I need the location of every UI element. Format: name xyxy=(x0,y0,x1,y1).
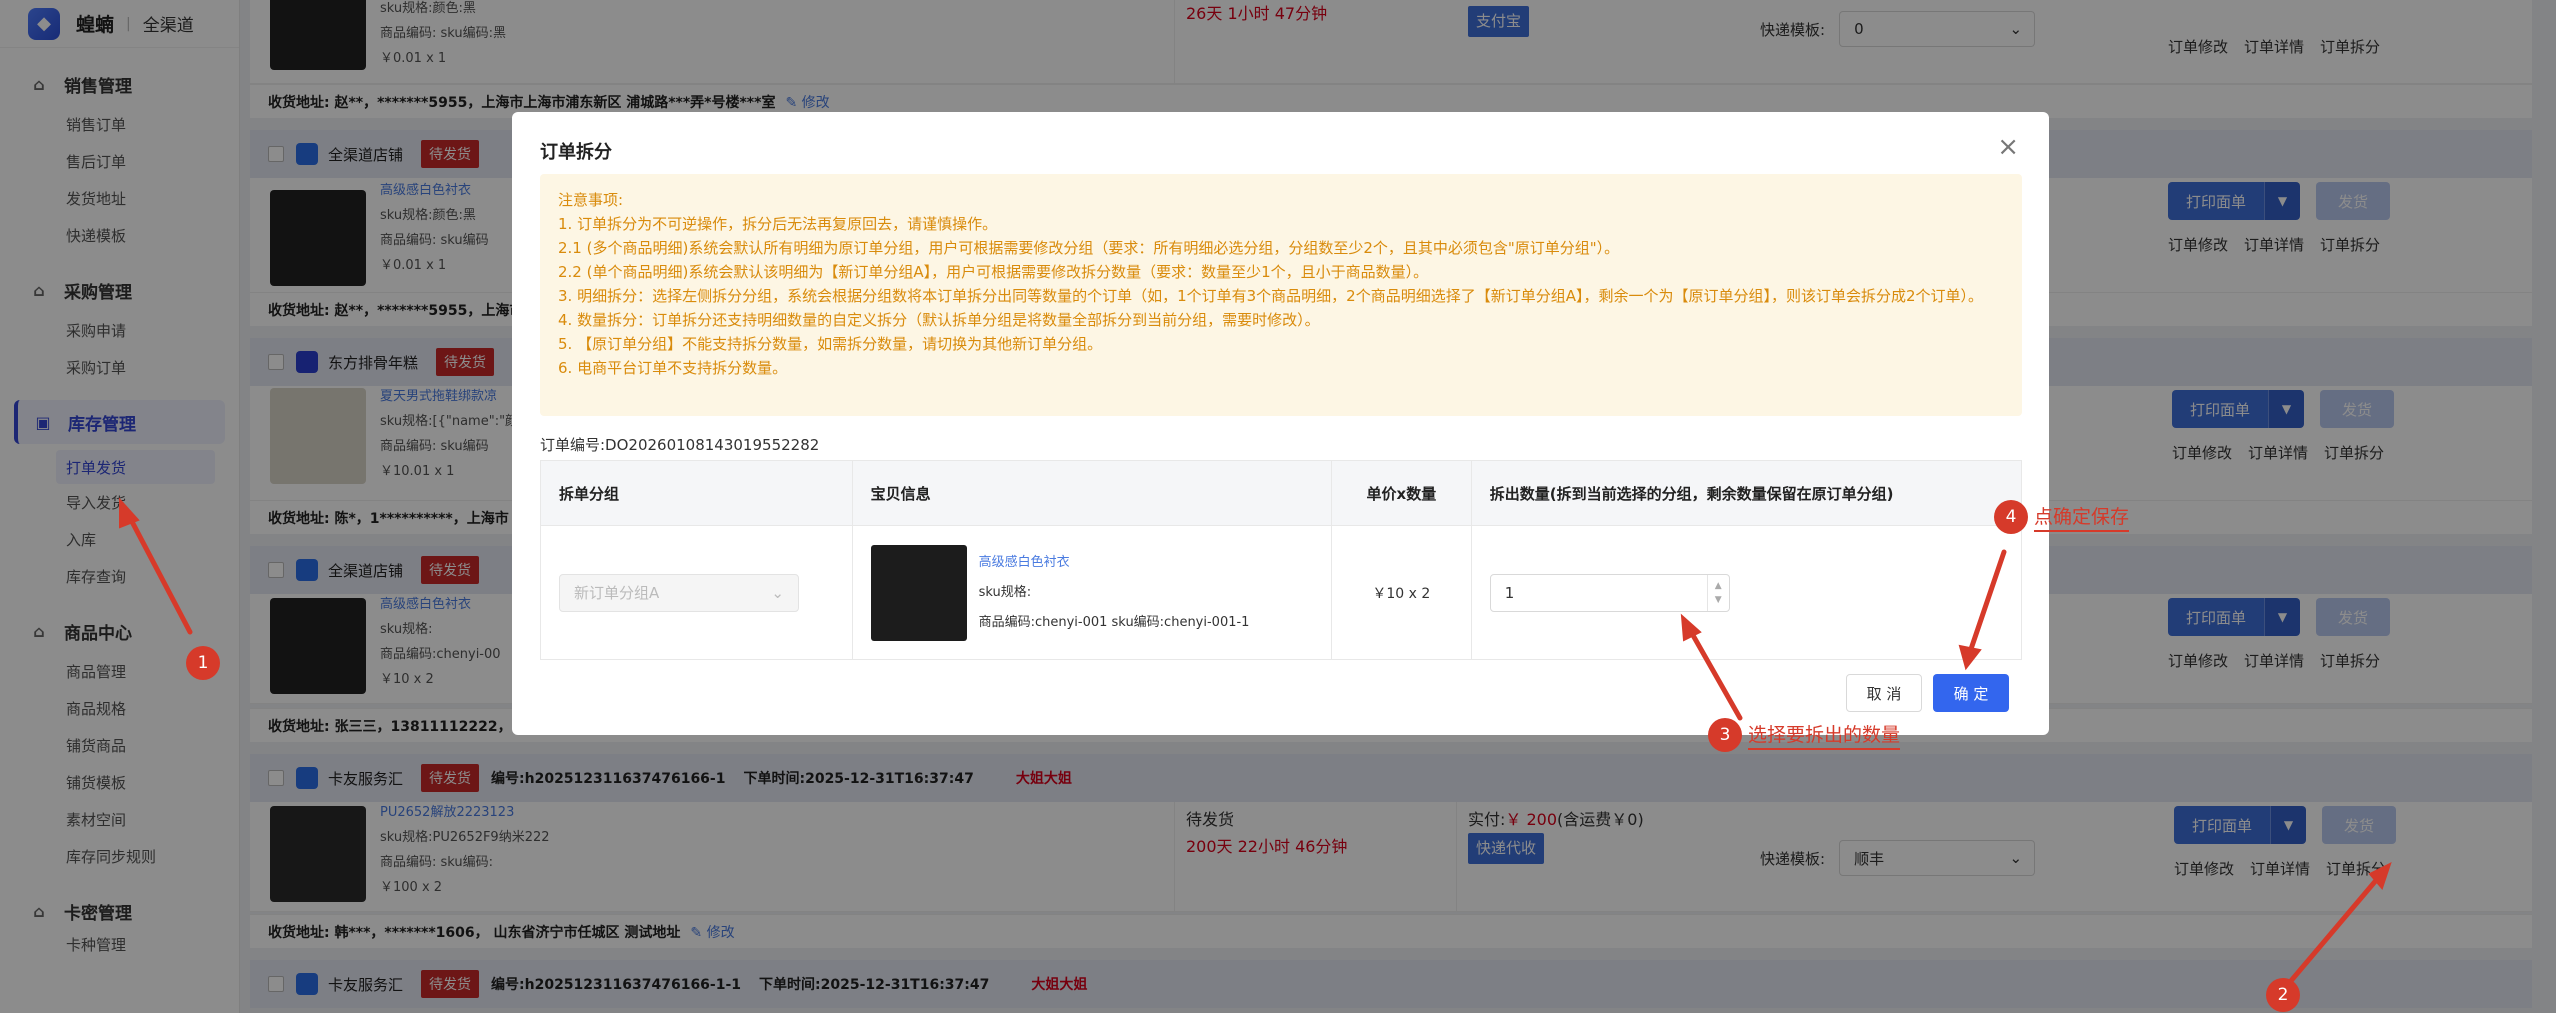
group-cell: 新订单分组A ⌄ xyxy=(541,526,853,659)
close-icon[interactable]: × xyxy=(1997,132,2019,162)
goods-sku: sku规格: xyxy=(978,584,1032,600)
notice-line: 1. 订单拆分为不可逆操作，拆分后无法再复原回去，请谨慎操作。 xyxy=(558,215,998,233)
step-marker: 3 xyxy=(1708,718,1742,752)
split-table: 拆单分组 宝贝信息 单价x数量 拆出数量(拆到当前选择的分组，剩余数量保留在原订… xyxy=(540,460,2022,660)
goods-code: 商品编码:chenyi-001 sku编码:chenyi-001-1 xyxy=(978,614,1250,630)
goods-info: 高级感白色衬衣 sku规格: 商品编码:chenyi-001 sku编码:che… xyxy=(979,548,1250,638)
goods-thumbnail[interactable] xyxy=(870,544,967,641)
chevron-up-icon[interactable]: ▲ xyxy=(1715,579,1722,593)
split-quantity-input[interactable]: 1 ▲ ▼ xyxy=(1489,573,1730,612)
notice-line: 3. 明细拆分：选择左侧拆分分组，系统会根据分组数将本订单拆分出同等数量的个订单… xyxy=(558,287,1984,305)
notice-line: 5. 【原订单分组】不能支持拆分数量，如需拆分数量，请切换为其他新订单分组。 xyxy=(558,335,1103,353)
notice-box: 注意事项: 1. 订单拆分为不可逆操作，拆分后无法再复原回去，请谨慎操作。 2.… xyxy=(540,174,2022,416)
table-row: 新订单分组A ⌄ 高级感白色衬衣 sku规格: 商品编码:chenyi-001 s… xyxy=(541,525,2021,659)
table-header: 拆单分组 宝贝信息 单价x数量 拆出数量(拆到当前选择的分组，剩余数量保留在原订… xyxy=(541,461,2021,525)
goods-cell: 高级感白色衬衣 sku规格: 商品编码:chenyi-001 sku编码:che… xyxy=(853,526,1332,659)
column-header: 拆单分组 xyxy=(541,461,853,525)
cancel-button[interactable]: 取 消 xyxy=(1846,674,1922,712)
column-header: 拆出数量(拆到当前选择的分组，剩余数量保留在原订单分组) xyxy=(1489,484,1894,503)
column-header: 单价x数量 xyxy=(1332,461,1472,525)
unit-price-qty: ￥10 x 2 xyxy=(1332,526,1472,659)
quantity-stepper[interactable]: ▲ ▼ xyxy=(1706,574,1729,611)
quantity-value: 1 xyxy=(1504,583,1515,602)
confirm-button[interactable]: 确 定 xyxy=(1933,674,2009,712)
notice-line: 注意事项: xyxy=(558,191,624,209)
qty-cell: 1 ▲ ▼ xyxy=(1472,526,2021,659)
notice-line: 4. 数量拆分：订单拆分还支持明细数量的自定义拆分（默认拆单分组是将数量全部拆分… xyxy=(558,311,1320,329)
step-marker: 1 xyxy=(186,646,220,680)
order-code: 订单编号:DO20260108143019552282 xyxy=(540,436,820,454)
select-value: 新订单分组A xyxy=(574,584,660,602)
chevron-down-icon[interactable]: ▼ xyxy=(1715,593,1722,607)
step-marker: 2 xyxy=(2266,978,2300,1012)
step-marker: 4 xyxy=(1994,500,2028,534)
column-header: 宝贝信息 xyxy=(853,461,1332,525)
step-label: 点确定保存 xyxy=(2034,502,2130,532)
goods-title-link[interactable]: 高级感白色衬衣 xyxy=(979,548,1250,578)
order-split-dialog: 订单拆分 × 注意事项: 1. 订单拆分为不可逆操作，拆分后无法再复原回去，请谨… xyxy=(512,112,2049,735)
notice-line: 6. 电商平台订单不支持拆分数量。 xyxy=(558,359,788,377)
chevron-down-icon: ⌄ xyxy=(771,583,784,602)
dialog-title: 订单拆分 xyxy=(540,142,612,163)
notice-line: 2.2 (单个商品明细)系统会默认该明细为【新订单分组A】，用户可根据需要修改拆… xyxy=(558,263,1429,281)
split-group-select[interactable]: 新订单分组A ⌄ xyxy=(559,573,799,612)
step-label: 选择要拆出的数量 xyxy=(1748,720,1901,750)
notice-line: 2.1 (多个商品明细)系统会默认所有明细为原订单分组，用户可根据需要修改分组（… xyxy=(558,239,1620,257)
